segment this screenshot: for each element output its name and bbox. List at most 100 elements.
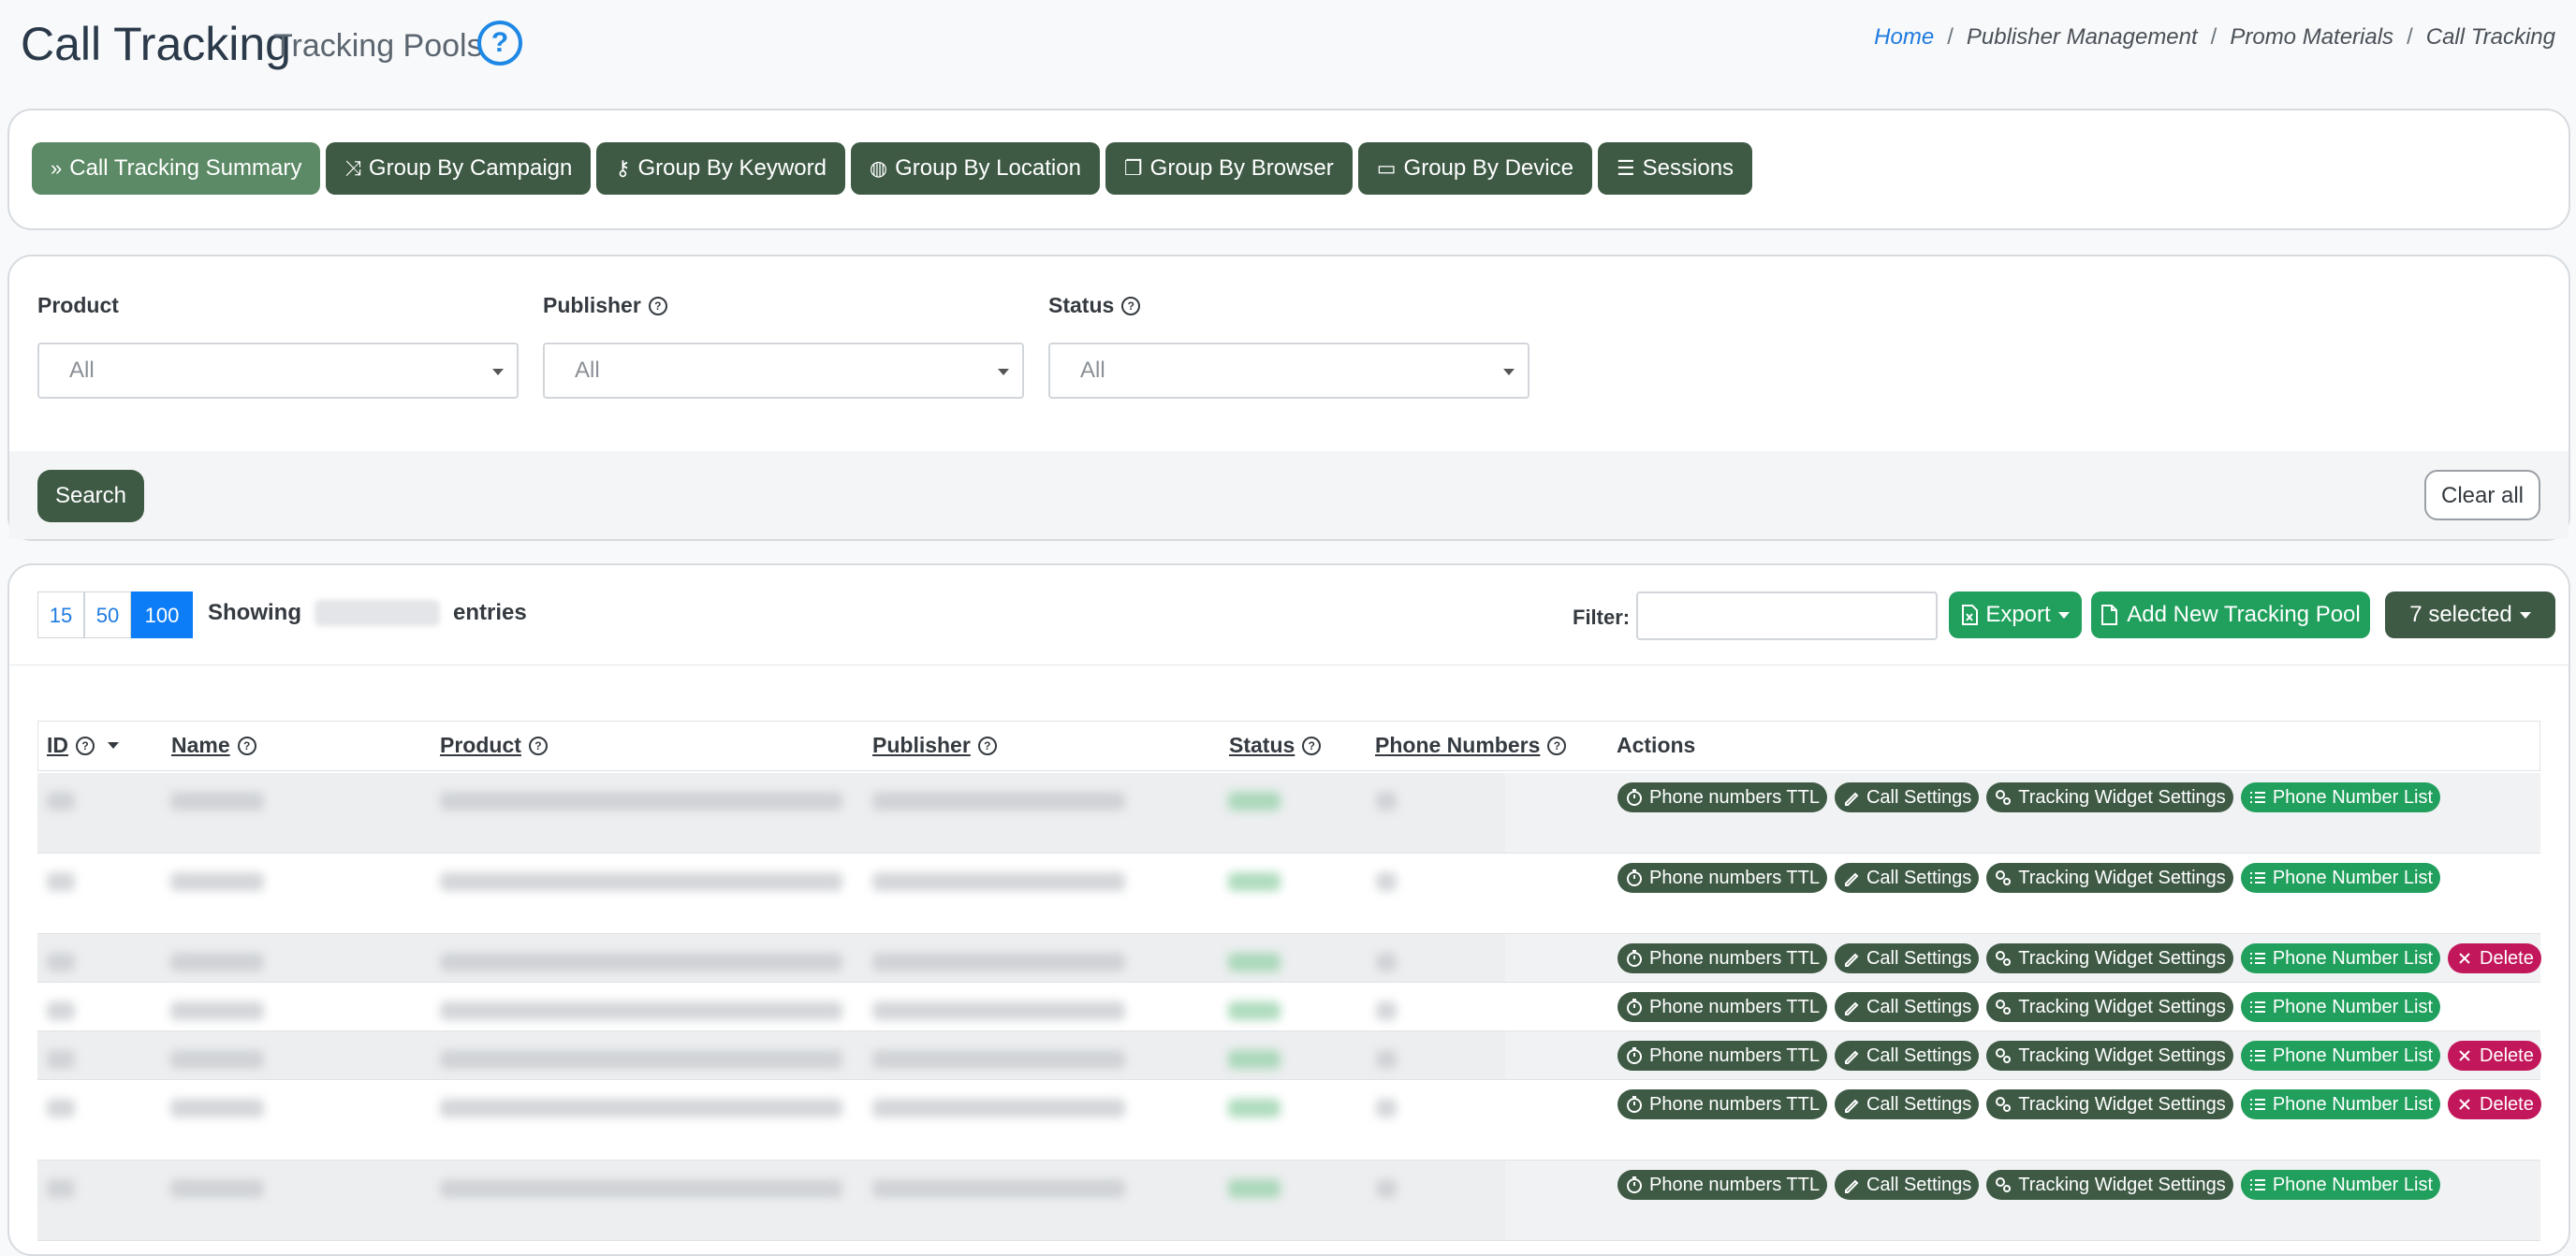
phone-number-list-button[interactable]: Phone Number List — [2240, 943, 2441, 973]
help-icon[interactable]: ? — [237, 736, 256, 755]
help-icon[interactable]: ? — [648, 296, 667, 315]
action-label: Tracking Widget Settings — [2018, 1093, 2226, 1115]
filters-footer — [9, 451, 2569, 539]
tracking-widget-settings-button[interactable]: Tracking Widget Settings — [1986, 782, 2233, 812]
row-actions: Phone numbers TTL Call Settings Tracking W… — [1617, 1041, 2541, 1071]
phone-numbers-ttl-button[interactable]: Phone numbers TTL — [1617, 1041, 1827, 1071]
filter-input[interactable] — [1636, 591, 1938, 640]
tab-group-by-device[interactable]: ▭ Group By Device — [1357, 142, 1592, 195]
redacted-value — [1228, 1179, 1281, 1198]
product-filter-label: Product — [37, 293, 119, 318]
column-header-publisher[interactable]: Publisher ? — [872, 733, 997, 758]
breadcrumb-home-link[interactable]: Home — [1874, 24, 1934, 51]
help-icon[interactable]: ? — [1121, 296, 1141, 315]
tab-sessions[interactable]: ☰ Sessions — [1597, 142, 1753, 195]
add-label: Add New Tracking Pool — [2127, 602, 2361, 627]
column-header-id[interactable]: ID ? — [47, 733, 119, 758]
redacted-value — [1228, 1050, 1281, 1069]
showing-suffix: entries — [452, 600, 527, 625]
help-icon[interactable]: ? — [977, 736, 997, 755]
tab-group-by-keyword[interactable]: ⚷ Group By Keyword — [596, 142, 845, 195]
breadcrumb-separator: / — [2407, 24, 2413, 50]
column-header-phone-numbers[interactable]: Phone Numbers ? — [1375, 733, 1567, 758]
phone-numbers-ttl-button[interactable]: Phone numbers TTL — [1617, 992, 1827, 1022]
phone-number-list-button[interactable]: Phone Number List — [2240, 863, 2441, 893]
export-button[interactable]: Export — [1949, 591, 2082, 638]
publisher-select[interactable]: All — [543, 343, 1024, 399]
help-icon[interactable]: ? — [1547, 736, 1567, 755]
action-label: Phone Number List — [2272, 867, 2434, 888]
redacted-value — [872, 1050, 1125, 1069]
tracking-widget-settings-button[interactable]: Tracking Widget Settings — [1986, 1170, 2233, 1200]
export-label: Export — [1985, 602, 2051, 627]
phone-numbers-ttl-button[interactable]: Phone numbers TTL — [1617, 863, 1827, 893]
call-settings-button[interactable]: Call Settings — [1834, 992, 1980, 1022]
tracking-widget-settings-button[interactable]: Tracking Widget Settings — [1986, 943, 2233, 973]
delete-button[interactable]: Delete — [2448, 1089, 2541, 1119]
help-icon[interactable]: ? — [76, 736, 95, 755]
call-settings-button[interactable]: Call Settings — [1834, 1089, 1980, 1119]
tracking-widget-settings-button[interactable]: Tracking Widget Settings — [1986, 1041, 2233, 1071]
column-header-publisher-label: Publisher — [872, 733, 971, 757]
call-settings-button[interactable]: Call Settings — [1834, 863, 1980, 893]
column-header-status[interactable]: Status ? — [1229, 733, 1322, 758]
phone-number-list-button[interactable]: Phone Number List — [2240, 1170, 2441, 1200]
redacted-value — [440, 872, 842, 891]
action-label: Delete — [2480, 1093, 2534, 1115]
tab-group-by-browser[interactable]: ❐ Group By Browser — [1105, 142, 1353, 195]
publisher-select-value: All — [575, 358, 600, 383]
phone-numbers-ttl-button[interactable]: Phone numbers TTL — [1617, 782, 1827, 812]
column-header-actions-label: Actions — [1617, 733, 1696, 757]
column-selector-button[interactable]: 7 selected — [2385, 591, 2555, 638]
phone-number-list-button[interactable]: Phone Number List — [2240, 782, 2441, 812]
action-label: Delete — [2480, 1044, 2534, 1066]
call-settings-button[interactable]: Call Settings — [1834, 782, 1980, 812]
delete-button[interactable]: Delete — [2448, 943, 2541, 973]
search-button[interactable]: Search — [37, 470, 144, 522]
gears-icon — [1994, 788, 2012, 807]
action-label: Phone Number List — [2272, 786, 2434, 808]
close-icon — [2455, 1046, 2474, 1065]
clear-all-button[interactable]: Clear all — [2424, 470, 2540, 520]
table-row: Phone numbers TTL Call Settings Tracking W… — [37, 983, 2540, 1031]
action-label: Call Settings — [1866, 947, 1972, 969]
tracking-widget-settings-button[interactable]: Tracking Widget Settings — [1986, 992, 2233, 1022]
sort-desc-icon — [108, 742, 119, 749]
tab-label: Group By Keyword — [637, 155, 827, 181]
key-icon: ⚷ — [615, 156, 631, 180]
delete-button[interactable]: Delete — [2448, 1041, 2541, 1071]
page-size-100[interactable]: 100 — [131, 591, 193, 638]
help-icon[interactable]: ? — [1302, 736, 1322, 755]
call-settings-button[interactable]: Call Settings — [1834, 943, 1980, 973]
tab-group-by-campaign[interactable]: ⤨ Group By Campaign — [326, 142, 592, 195]
phone-numbers-ttl-button[interactable]: Phone numbers TTL — [1617, 943, 1827, 973]
help-icon[interactable]: ? — [528, 736, 548, 755]
column-header-product[interactable]: Product ? — [440, 733, 548, 758]
page-size-50[interactable]: 50 — [84, 591, 131, 638]
phone-number-list-button[interactable]: Phone Number List — [2240, 1089, 2441, 1119]
column-header-name[interactable]: Name ? — [171, 733, 256, 758]
breadcrumb-item[interactable]: Publisher Management — [1967, 24, 2198, 51]
column-header-actions: Actions — [1617, 733, 1695, 758]
phone-numbers-ttl-button[interactable]: Phone numbers TTL — [1617, 1170, 1827, 1200]
add-new-tracking-pool-button[interactable]: Add New Tracking Pool — [2091, 591, 2370, 638]
tab-call-tracking-summary[interactable]: » Call Tracking Summary — [32, 142, 321, 195]
action-label: Phone numbers TTL — [1649, 867, 1820, 888]
stopwatch-icon — [1625, 869, 1644, 887]
phone-numbers-ttl-button[interactable]: Phone numbers TTL — [1617, 1089, 1827, 1119]
phone-number-list-button[interactable]: Phone Number List — [2240, 1041, 2441, 1071]
tracking-widget-settings-button[interactable]: Tracking Widget Settings — [1986, 1089, 2233, 1119]
page-size-15[interactable]: 15 — [37, 591, 84, 638]
status-select[interactable]: All — [1048, 343, 1530, 399]
redacted-value — [1228, 953, 1281, 971]
breadcrumb-item[interactable]: Promo Materials — [2230, 24, 2393, 51]
help-icon[interactable]: ? — [477, 21, 522, 66]
tab-label: Group By Campaign — [368, 155, 573, 181]
tab-group-by-location[interactable]: ◍ Group By Location — [850, 142, 1100, 195]
call-settings-button[interactable]: Call Settings — [1834, 1170, 1980, 1200]
tracking-widget-settings-button[interactable]: Tracking Widget Settings — [1986, 863, 2233, 893]
call-settings-button[interactable]: Call Settings — [1834, 1041, 1980, 1071]
product-select[interactable]: All — [37, 343, 519, 399]
phone-number-list-button[interactable]: Phone Number List — [2240, 992, 2441, 1022]
action-label: Call Settings — [1866, 1093, 1972, 1115]
